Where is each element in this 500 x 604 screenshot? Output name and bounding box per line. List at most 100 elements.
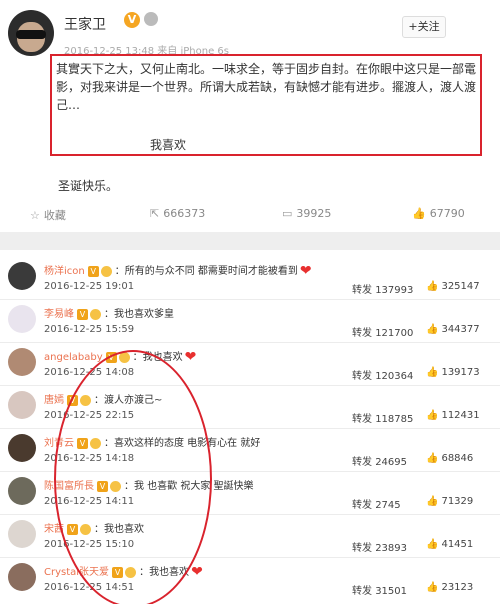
section-divider [0, 232, 500, 250]
repost-action[interactable]: ⇱ 666373 [150, 207, 205, 220]
comment-repost[interactable]: 转发 31501 [352, 582, 407, 597]
repost-label: 转发 [352, 285, 376, 296]
member-crown-icon [144, 12, 158, 26]
repost-count: 118785 [375, 414, 414, 425]
star-icon: ☆ [30, 209, 40, 222]
comment-colon: ： [114, 266, 125, 277]
post-holiday-line: 圣诞快乐。 [58, 179, 119, 193]
like-count: 23123 [441, 582, 474, 593]
comment-repost[interactable]: 转发 137993 [352, 281, 413, 296]
comment-colon: ： [104, 309, 114, 320]
favorite-label: 收藏 [43, 209, 66, 222]
like-count: 112431 [441, 410, 480, 421]
comment-count: 39925 [296, 207, 332, 220]
row-separator [0, 342, 500, 343]
comment-action[interactable]: ▭ 39925 [282, 207, 331, 220]
avatar-sunglasses [16, 30, 46, 39]
repost-count: 121700 [375, 328, 414, 339]
repost-count: 137993 [375, 285, 414, 296]
repost-count: 24695 [375, 457, 407, 468]
heart-icon: ❤ [299, 263, 312, 279]
repost-count: 120364 [375, 371, 414, 382]
commenter-avatar[interactable] [8, 391, 36, 419]
like-count: 71329 [441, 496, 474, 507]
commenter-name[interactable]: 杨洋icon [44, 266, 85, 277]
repost-count: 666373 [163, 207, 206, 220]
comment-repost[interactable]: 转发 2745 [352, 496, 401, 511]
thumb-up-icon: 👍 [426, 453, 439, 464]
verified-v-icon: V [124, 12, 140, 28]
follow-button[interactable]: +关注 [402, 16, 446, 38]
comment-text: 所有的与众不同 都需要时间才能被看到 [124, 266, 298, 277]
verified-v-icon: V [77, 308, 88, 320]
author-name[interactable]: 王家卫 [64, 14, 106, 34]
row-separator [0, 299, 500, 300]
verified-v-icon: V [87, 265, 99, 277]
comment-like[interactable]: 👍 71329 [426, 496, 473, 507]
repost-label: 转发 [352, 586, 376, 597]
thumb-up-icon: 👍 [426, 582, 439, 593]
like-count: 344377 [441, 324, 480, 335]
thumb-up-icon: 👍 [426, 324, 439, 335]
thumb-up-icon: 👍 [426, 539, 439, 550]
comment-line: 李易峰 V ：我也喜欢爹皇 [44, 305, 174, 320]
like-count: 68846 [441, 453, 474, 464]
comment-like[interactable]: 👍 139173 [426, 367, 480, 378]
comment-like[interactable]: 👍 344377 [426, 324, 480, 335]
comment-repost[interactable]: 转发 118785 [352, 410, 413, 425]
comment-like[interactable]: 👍 68846 [426, 453, 473, 464]
commenter-name[interactable]: 李易峰 [44, 309, 74, 320]
commenter-name[interactable]: 唐嫣 [44, 395, 64, 406]
like-count: 139173 [441, 367, 480, 378]
member-badge-icon [100, 265, 112, 277]
comment-repost[interactable]: 转发 23893 [352, 539, 407, 554]
commenter-avatar[interactable] [8, 348, 36, 376]
comment-row: 杨洋icon V ：所有的与众不同 都需要时间才能被看到 ❤ 2016-12-25 19… [0, 258, 500, 296]
comment-line: 杨洋icon V ：所有的与众不同 都需要时间才能被看到 ❤ [44, 262, 312, 279]
post-like-line: 我喜欢 [150, 138, 187, 152]
commenter-avatar[interactable] [8, 434, 36, 462]
commenter-avatar[interactable] [8, 563, 36, 591]
row-separator [0, 385, 500, 386]
comment-repost[interactable]: 转发 121700 [352, 324, 413, 339]
comment-like[interactable]: 👍 23123 [426, 582, 473, 593]
comment-repost[interactable]: 转发 24695 [352, 453, 407, 468]
repost-label: 转发 [352, 328, 376, 339]
highlight-oval [54, 350, 212, 604]
commenter-avatar[interactable] [8, 477, 36, 505]
repost-label: 转发 [352, 457, 376, 468]
favorite-action[interactable]: ☆ 收藏 [30, 207, 66, 223]
post-text: 其實天下之大，又何止南北。一味求全，等于固步自封。在你眼中这只是一部電影，对我来… [56, 62, 477, 112]
repost-count: 2745 [375, 500, 401, 511]
comment-like[interactable]: 👍 325147 [426, 281, 480, 292]
repost-label: 转发 [352, 414, 376, 425]
commenter-avatar[interactable] [8, 520, 36, 548]
repost-label: 转发 [352, 500, 376, 511]
comment-date: 2016-12-25 15:59 [44, 324, 135, 335]
comment-repost[interactable]: 转发 120364 [352, 367, 413, 382]
thumb-up-icon: 👍 [412, 207, 426, 220]
thumb-up-icon: 👍 [426, 281, 439, 292]
heart-icon: ❤ [184, 349, 197, 365]
comment-like[interactable]: 👍 41451 [426, 539, 473, 550]
heart-icon: ❤ [191, 564, 203, 580]
thumb-up-icon: 👍 [426, 367, 439, 378]
like-count: 41451 [441, 539, 474, 550]
member-badge-icon [90, 308, 101, 320]
repost-label: 转发 [352, 371, 376, 382]
comment-icon: ▭ [282, 207, 293, 220]
author-avatar[interactable] [8, 10, 54, 56]
comment-like[interactable]: 👍 112431 [426, 410, 480, 421]
like-count: 325147 [441, 281, 480, 292]
comment-row: angelababy V ：我也喜欢 ❤ 2016-12-25 14:08 转发 1203… [0, 344, 500, 382]
comment-row: 李易峰 V ：我也喜欢爹皇 2016-12-25 15:59 转发 121700 👍 344… [0, 301, 500, 339]
commenter-name[interactable]: angelababy [44, 352, 103, 363]
commenter-avatar[interactable] [8, 305, 36, 333]
repost-count: 31501 [375, 586, 407, 597]
commenter-avatar[interactable] [8, 262, 36, 290]
comment-text: 我也喜欢爹皇 [114, 309, 174, 320]
like-count: 67790 [429, 207, 465, 220]
like-action[interactable]: 👍 67790 [412, 207, 465, 220]
repost-label: 转发 [352, 543, 376, 554]
repost-icon: ⇱ [150, 207, 160, 220]
